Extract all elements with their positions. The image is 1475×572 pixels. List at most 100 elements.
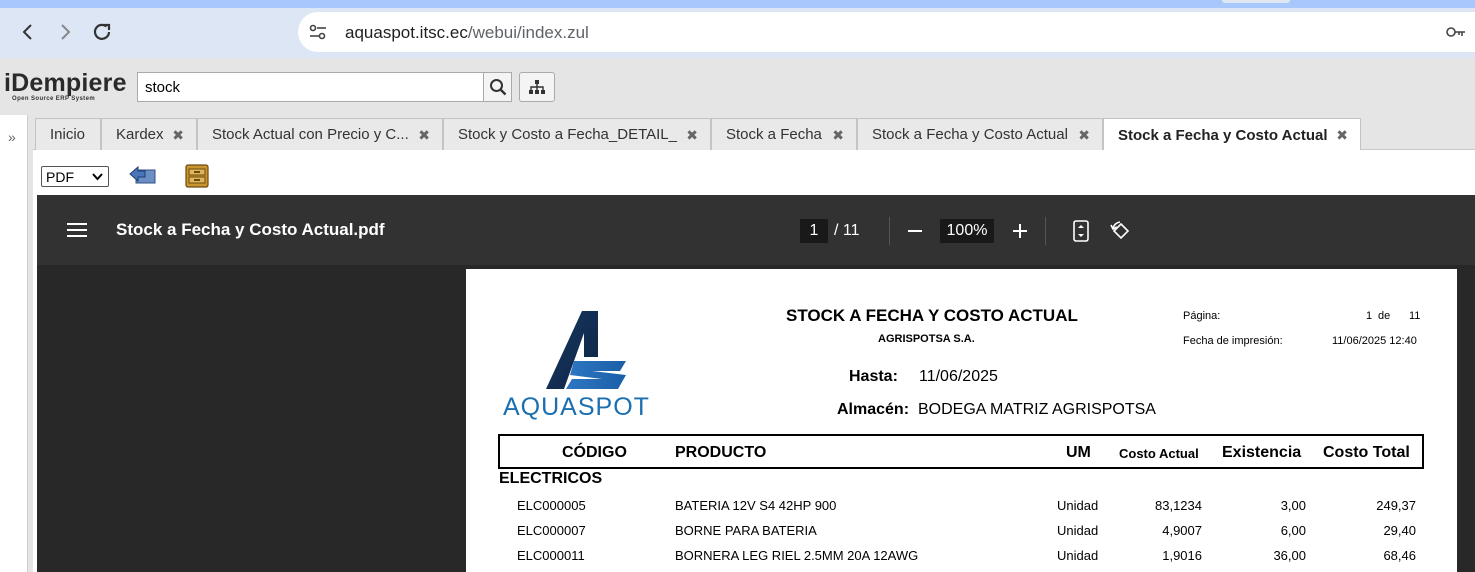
print-date-value: 11/06/2025 12:40 bbox=[1332, 335, 1417, 347]
reload-button[interactable] bbox=[88, 18, 116, 46]
page-of: de bbox=[1378, 310, 1391, 322]
browser-tab-strip bbox=[0, 0, 1475, 8]
browser-tab-stub[interactable] bbox=[1222, 0, 1290, 3]
menu-tree-button[interactable] bbox=[519, 72, 555, 102]
aquaspot-logo-text: AQUASPOT bbox=[503, 393, 650, 421]
report-title: STOCK A FECHA Y COSTO ACTUAL bbox=[786, 306, 1078, 325]
toolbar-divider bbox=[889, 217, 890, 245]
header-existencia: Existencia bbox=[1222, 444, 1302, 461]
cell-total: 68,46 bbox=[1383, 548, 1416, 563]
cell-costo: 83,1234 bbox=[1155, 498, 1202, 513]
cell-codigo: ELC000011 bbox=[517, 548, 585, 563]
idempiere-logo[interactable]: iDempiere Open Source ERP System bbox=[4, 71, 132, 105]
page-number-input[interactable]: 1 bbox=[800, 219, 828, 243]
sitemap-icon bbox=[529, 80, 545, 94]
browser-toolbar: aquaspot.itsc.ec/webui/index.zul bbox=[0, 8, 1475, 58]
close-tab-icon[interactable]: ✖ bbox=[1336, 127, 1348, 144]
search-button[interactable] bbox=[483, 72, 512, 102]
fit-to-page-icon bbox=[1073, 220, 1089, 242]
global-search-input[interactable]: stock bbox=[137, 72, 483, 102]
header-codigo: CÓDIGO bbox=[562, 444, 627, 461]
logo-word: iDempiere bbox=[4, 69, 127, 97]
table-row: ELC000011 BORNERA LEG RIEL 2.5MM 20A 12A… bbox=[466, 548, 1457, 568]
plus-icon bbox=[1013, 224, 1027, 238]
tab-inicio[interactable]: Inicio bbox=[35, 118, 101, 150]
tab-kardex[interactable]: Kardex ✖ bbox=[101, 118, 197, 150]
url-text: aquaspot.itsc.ec/webui/index.zul bbox=[345, 23, 589, 43]
tab-stock-fecha-costo-active[interactable]: Stock a Fecha y Costo Actual ✖ bbox=[1103, 118, 1361, 151]
expand-panel-icon[interactable]: » bbox=[8, 129, 16, 145]
rotate-icon bbox=[1110, 221, 1130, 240]
zoom-out-button[interactable] bbox=[903, 219, 927, 243]
cell-producto: BATERIA 12V S4 42HP 900 bbox=[675, 498, 837, 513]
header-um: UM bbox=[1066, 444, 1091, 461]
cell-um: Unidad bbox=[1057, 548, 1099, 563]
close-tab-icon[interactable]: ✖ bbox=[832, 127, 844, 144]
hamburger-menu-icon[interactable] bbox=[67, 223, 87, 237]
back-arrow-icon bbox=[22, 24, 32, 40]
cell-existencia: 36,00 bbox=[1273, 548, 1306, 563]
url-host: aquaspot.itsc.ec bbox=[345, 23, 468, 42]
cell-existencia: 6,00 bbox=[1280, 523, 1306, 538]
header-costo-actual: Costo Actual bbox=[1119, 446, 1199, 461]
tab-stock-costo-detail[interactable]: Stock y Costo a Fecha_DETAIL_ ✖ bbox=[443, 118, 711, 150]
back-button[interactable] bbox=[14, 18, 42, 46]
forward-button[interactable] bbox=[51, 18, 79, 46]
print-date-label: Fecha de impresión: bbox=[1183, 335, 1283, 347]
header-producto: PRODUCTO bbox=[675, 444, 767, 461]
chevron-down-icon bbox=[92, 173, 103, 181]
tab-label: Stock a Fecha bbox=[726, 126, 822, 143]
page-label: Página: bbox=[1183, 310, 1221, 322]
rotate-button[interactable] bbox=[1109, 219, 1133, 243]
close-tab-icon[interactable]: ✖ bbox=[1078, 127, 1090, 144]
password-key-icon[interactable] bbox=[1446, 26, 1466, 38]
report-toolbar: PDF bbox=[33, 150, 1475, 195]
address-bar[interactable]: aquaspot.itsc.ec/webui/index.zul bbox=[298, 12, 1475, 52]
close-tab-icon[interactable]: ✖ bbox=[418, 127, 430, 144]
table-header: CÓDIGO PRODUCTO UM Costo Actual Existenc… bbox=[498, 434, 1424, 469]
export-format-select[interactable]: PDF bbox=[41, 166, 109, 187]
window-tab-bar: Inicio Kardex ✖ Stock Actual con Precio y… bbox=[33, 115, 1475, 151]
west-panel-collapsed: » bbox=[0, 115, 28, 572]
cell-codigo: ELC000007 bbox=[517, 523, 586, 538]
cell-total: 249,37 bbox=[1376, 498, 1416, 513]
cell-producto: BORNE PARA BATERIA bbox=[675, 523, 817, 538]
pdf-toolbar: Stock a Fecha y Costo Actual.pdf 1 / 11 … bbox=[37, 195, 1475, 265]
zoom-in-button[interactable] bbox=[1008, 219, 1032, 243]
hasta-value: 11/06/2025 bbox=[919, 368, 998, 385]
table-row: ELC000007 BORNE PARA BATERIA Unidad 4,90… bbox=[466, 523, 1457, 543]
tab-stock-actual-precio[interactable]: Stock Actual con Precio y C... ✖ bbox=[197, 118, 443, 150]
export-format-value: PDF bbox=[46, 168, 74, 185]
tab-stock-fecha-costo-1[interactable]: Stock a Fecha y Costo Actual ✖ bbox=[857, 118, 1103, 150]
tab-label: Stock a Fecha y Costo Actual bbox=[872, 126, 1068, 143]
url-path: /webui/index.zul bbox=[467, 23, 589, 42]
close-tab-icon[interactable]: ✖ bbox=[686, 127, 698, 144]
fit-page-button[interactable] bbox=[1069, 219, 1093, 243]
site-settings-icon[interactable] bbox=[309, 24, 327, 40]
cell-total: 29,40 bbox=[1383, 523, 1416, 538]
pdf-filename: Stock a Fecha y Costo Actual.pdf bbox=[116, 220, 385, 239]
cell-costo: 1,9016 bbox=[1162, 548, 1202, 563]
cell-costo: 4,9007 bbox=[1162, 523, 1202, 538]
cell-um: Unidad bbox=[1057, 498, 1099, 513]
logo-subtitle: Open Source ERP System bbox=[12, 96, 96, 102]
tab-stock-a-fecha[interactable]: Stock a Fecha ✖ bbox=[711, 118, 857, 150]
cell-codigo: ELC000005 bbox=[517, 498, 586, 513]
tab-label: Kardex bbox=[116, 126, 164, 143]
pdf-page: AQUASPOT STOCK A FECHA Y COSTO ACTUAL AG… bbox=[466, 269, 1457, 572]
tab-label: Stock Actual con Precio y C... bbox=[212, 126, 409, 143]
zoom-level-input[interactable]: 100% bbox=[940, 219, 994, 243]
page-total-value: 11 bbox=[1409, 310, 1421, 322]
tab-label: Stock y Costo a Fecha_DETAIL_ bbox=[458, 126, 677, 143]
search-icon bbox=[489, 79, 506, 96]
minus-icon bbox=[908, 230, 922, 232]
hasta-label: Hasta: bbox=[849, 368, 898, 385]
archive-icon[interactable] bbox=[185, 164, 209, 188]
cell-existencia: 3,00 bbox=[1280, 498, 1306, 513]
aquaspot-logo-icon bbox=[546, 311, 626, 389]
page-total: / 11 bbox=[834, 222, 860, 239]
export-icon[interactable] bbox=[129, 164, 157, 186]
header-costo-total: Costo Total bbox=[1323, 444, 1410, 461]
group-heading: ELECTRICOS bbox=[499, 470, 603, 487]
close-tab-icon[interactable]: ✖ bbox=[172, 127, 184, 144]
